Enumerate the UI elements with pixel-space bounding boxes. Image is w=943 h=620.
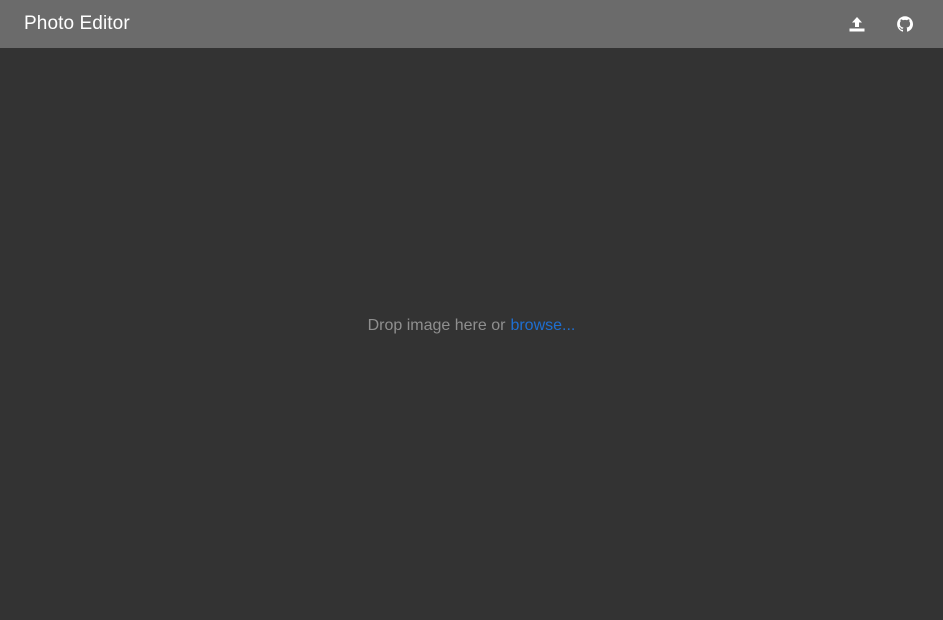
github-icon [897, 16, 913, 32]
header-actions [823, 0, 919, 48]
app-title: Photo Editor [24, 13, 130, 34]
dropzone-prompt: Drop image here or [367, 317, 506, 334]
photo-editor-app: Photo Editor Drop image here or browse... [0, 0, 943, 620]
upload-button[interactable] [843, 10, 871, 38]
image-dropzone[interactable]: Drop image here or browse... [0, 48, 943, 620]
browse-link[interactable]: browse... [510, 317, 575, 334]
app-header: Photo Editor [0, 0, 943, 48]
dropzone-message: Drop image here or browse... [368, 317, 576, 335]
upload-icon [849, 17, 865, 32]
github-button[interactable] [891, 10, 919, 38]
